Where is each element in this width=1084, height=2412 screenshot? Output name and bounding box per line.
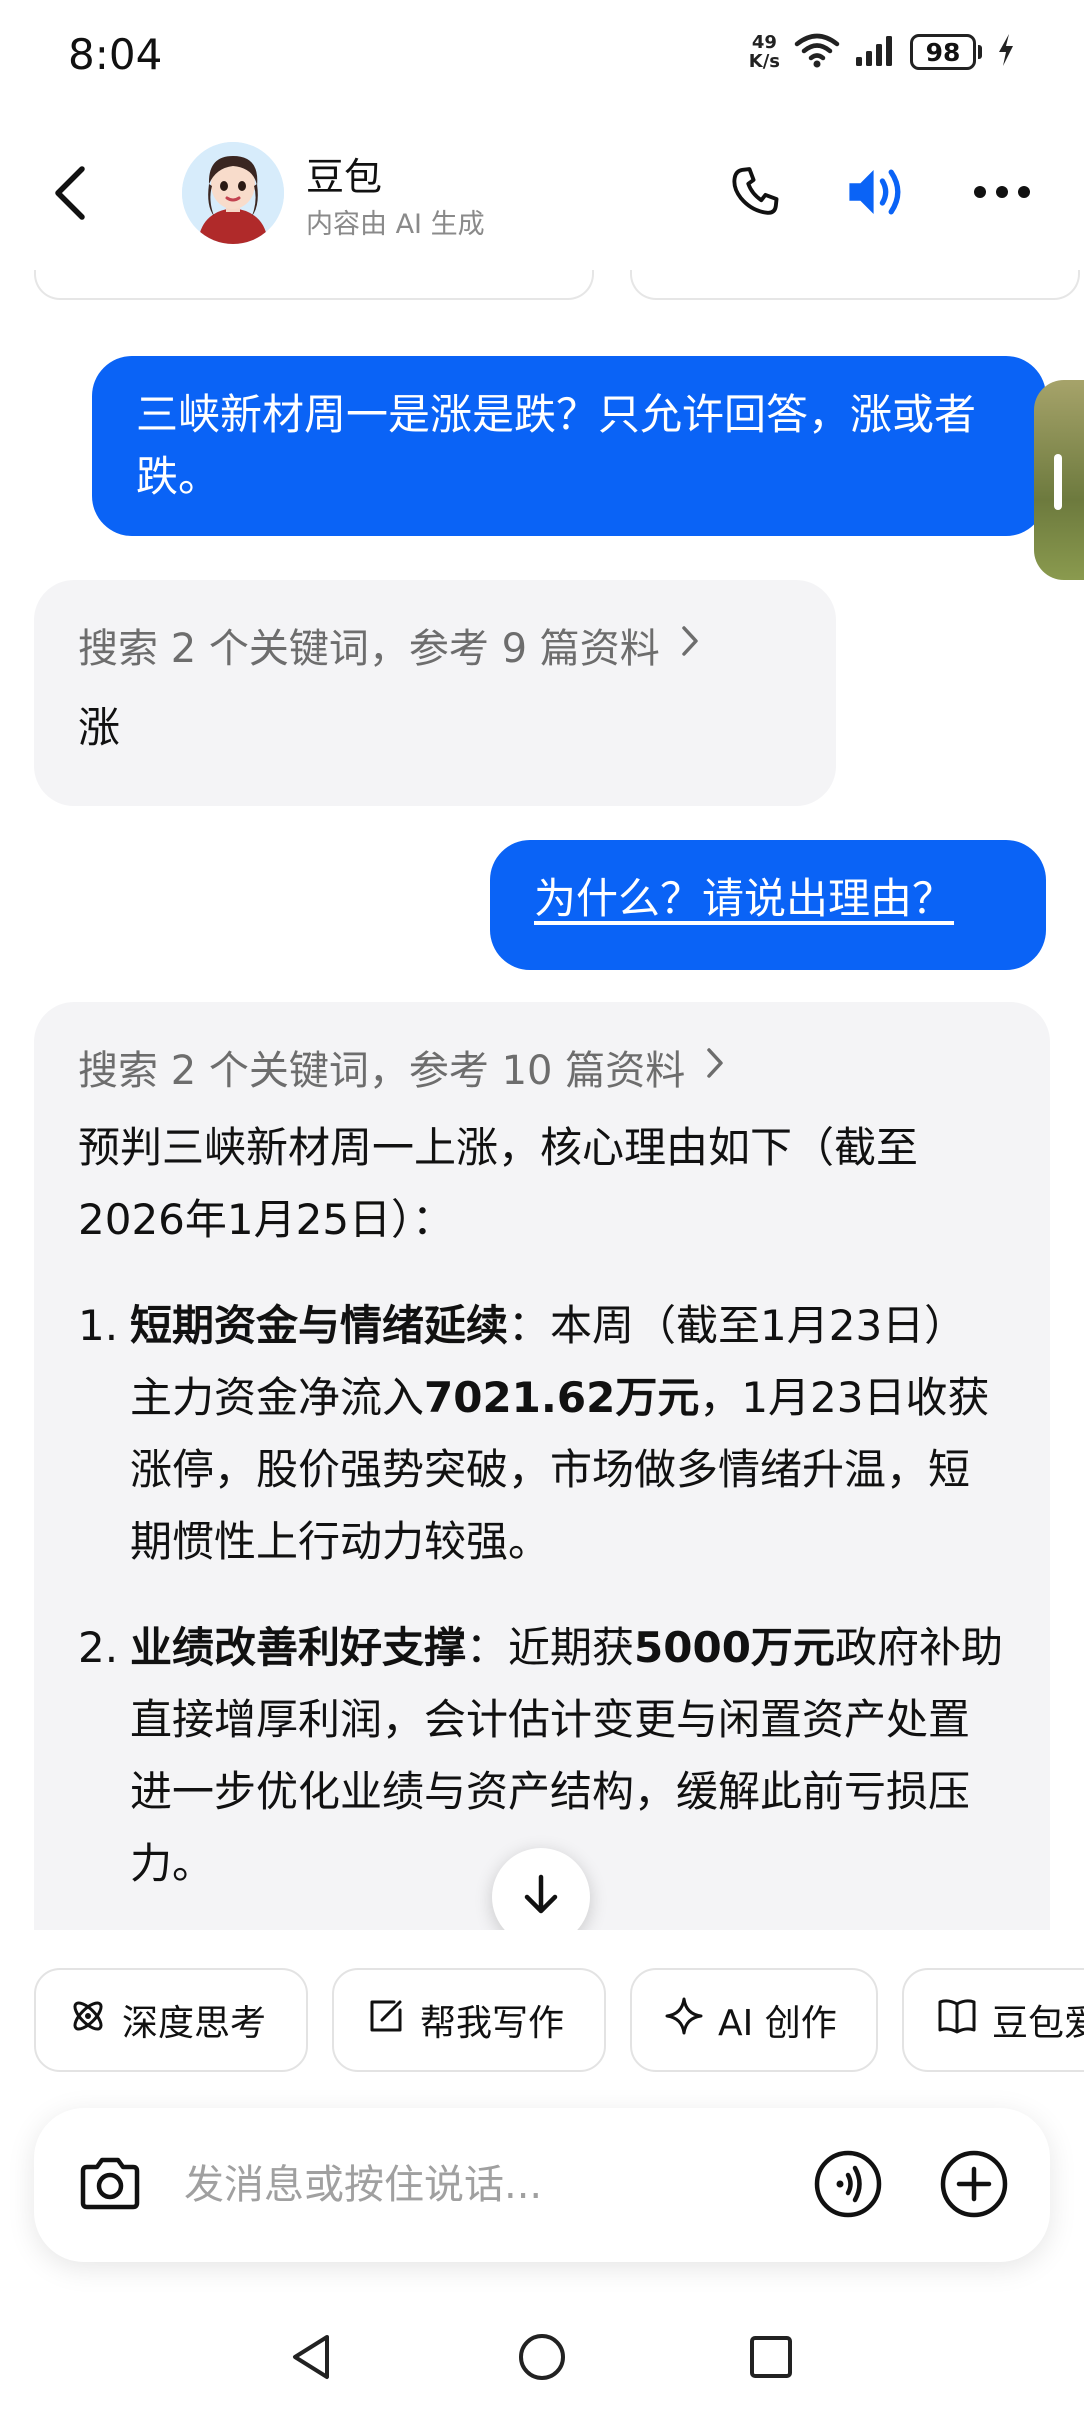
search-summary-text: 搜索 2 个关键词，参考 9 篇资料 <box>78 626 660 672</box>
quick-actions-bar: 深度思考 帮我写作 AI 创作 豆包爱 <box>0 1968 1084 2074</box>
search-summary-link[interactable]: 搜索 2 个关键词，参考 10 篇资料 <box>78 1038 1006 1096</box>
chevron-right-icon <box>680 622 700 668</box>
more-options-button[interactable] <box>966 158 1038 230</box>
reason-text: ：近期获 <box>466 1623 635 1672</box>
side-tab-handle <box>1054 454 1062 510</box>
chip-deep-thinking[interactable]: 深度思考 <box>34 1968 308 2072</box>
sparkle-icon <box>664 1996 704 2045</box>
charging-bolt-icon <box>996 32 1016 72</box>
contact-name: 豆包 <box>306 155 383 199</box>
reason-title: 短期资金与情绪延续 <box>130 1301 509 1350</box>
add-attachment-button[interactable] <box>936 2148 1012 2224</box>
plus-circle-icon <box>939 2149 1009 2223</box>
atom-icon <box>68 1996 108 2045</box>
floating-side-tab[interactable] <box>1034 380 1084 580</box>
reason-highlight: 7021.62万元 <box>424 1373 700 1422</box>
chat-scroll-area[interactable]: 三峡新材周一是涨是跌？只允许回答，涨或者跌。 搜索 2 个关键词，参考 9 篇资… <box>0 270 1084 1930</box>
battery-level: 98 <box>910 34 976 70</box>
nav-recents-button[interactable] <box>736 2324 806 2394</box>
reason-title: 业绩改善利好支撑 <box>130 1623 467 1672</box>
user-message-text: 为什么？请说出理由？ <box>534 874 955 923</box>
search-summary-text: 搜索 2 个关键词，参考 10 篇资料 <box>78 1048 686 1094</box>
cellular-signal-icon <box>854 33 896 71</box>
network-speed-value: 49 <box>751 32 777 53</box>
network-speed-unit: K/s <box>748 51 780 72</box>
phone-icon <box>727 163 785 225</box>
more-icon <box>972 184 1032 204</box>
status-bar: 8:04 49 K/s 98 <box>0 0 1084 110</box>
avatar[interactable] <box>182 142 284 244</box>
message-input-bar <box>34 2108 1050 2262</box>
search-summary-link[interactable]: 搜索 2 个关键词，参考 9 篇资料 <box>78 616 792 674</box>
arrow-down-icon <box>521 1873 561 1921</box>
user-message[interactable]: 为什么？请说出理由？ <box>490 840 1046 970</box>
assistant-answer-text: 涨 <box>78 703 121 752</box>
network-speed: 49 K/s <box>749 33 780 71</box>
ai-generated-disclaimer: 内容由 AI 生成 <box>306 209 485 240</box>
edit-icon <box>366 1996 406 2045</box>
voice-input-button[interactable] <box>810 2148 886 2224</box>
user-message-text: 三峡新材周一是涨是跌？只允许回答，涨或者跌。 <box>136 390 977 501</box>
assistant-message[interactable]: 搜索 2 个关键词，参考 9 篇资料 涨 <box>34 580 836 806</box>
battery-tip <box>978 45 982 59</box>
camera-icon <box>77 2155 143 2217</box>
chevron-right-icon <box>705 1044 725 1090</box>
nav-home-button[interactable] <box>507 2324 577 2394</box>
reason-highlight: 5000万元 <box>634 1623 835 1672</box>
user-message[interactable]: 三峡新材周一是涨是跌？只允许回答，涨或者跌。 <box>92 356 1046 536</box>
previous-card-right[interactable] <box>630 270 1080 300</box>
reason-number: 1. <box>78 1301 119 1350</box>
speaker-icon <box>845 163 911 225</box>
voice-wave-icon <box>813 2149 883 2223</box>
chip-label: 帮我写作 <box>420 2003 565 2044</box>
back-button[interactable] <box>40 160 100 230</box>
back-icon <box>50 163 90 227</box>
assistant-intro-text: 预判三峡新材周一上涨，核心理由如下（截至2026年1月25日）： <box>78 1123 919 1244</box>
reasons-list: 1. 短期资金与情绪延续：本周（截至1月23日）主力资金净流入7021.62万元，… <box>78 1290 1006 1900</box>
chip-label: AI 创作 <box>718 2003 837 2044</box>
wifi-icon <box>794 32 840 72</box>
doubao-chat-screen: 8:04 49 K/s 98 豆包 内容由 AI 生成 三峡新材周一是涨是跌？只… <box>0 0 1084 2412</box>
chip-ai-create[interactable]: AI 创作 <box>630 1968 878 2072</box>
reason-number: 2. <box>78 1623 119 1672</box>
chip-doubao-more[interactable]: 豆包爱 <box>902 1968 1084 2072</box>
chip-label: 深度思考 <box>122 2003 267 2044</box>
speaker-button[interactable] <box>842 158 914 230</box>
book-icon <box>936 1996 978 2045</box>
previous-card-left[interactable] <box>34 270 594 300</box>
battery-indicator: 98 <box>910 34 982 70</box>
chip-help-write[interactable]: 帮我写作 <box>332 1968 606 2072</box>
home-circle-icon <box>516 2331 568 2387</box>
system-nav-bar <box>0 2300 1084 2412</box>
back-triangle-icon <box>287 2331 335 2387</box>
chip-label: 豆包爱 <box>992 2003 1084 2044</box>
camera-button[interactable] <box>72 2148 148 2224</box>
status-indicators: 49 K/s 98 <box>749 32 1016 72</box>
reason-item: 1. 短期资金与情绪延续：本周（截至1月23日）主力资金净流入7021.62万元，… <box>78 1290 1006 1578</box>
message-input[interactable] <box>184 2154 664 2216</box>
voice-call-button[interactable] <box>720 158 792 230</box>
status-time: 8:04 <box>68 30 163 79</box>
assistant-message[interactable]: 搜索 2 个关键词，参考 10 篇资料 预判三峡新材周一上涨，核心理由如下（截至… <box>34 1002 1050 1930</box>
recents-square-icon <box>747 2333 795 2385</box>
chat-header: 豆包 内容由 AI 生成 <box>0 120 1084 270</box>
nav-back-button[interactable] <box>276 2324 346 2394</box>
